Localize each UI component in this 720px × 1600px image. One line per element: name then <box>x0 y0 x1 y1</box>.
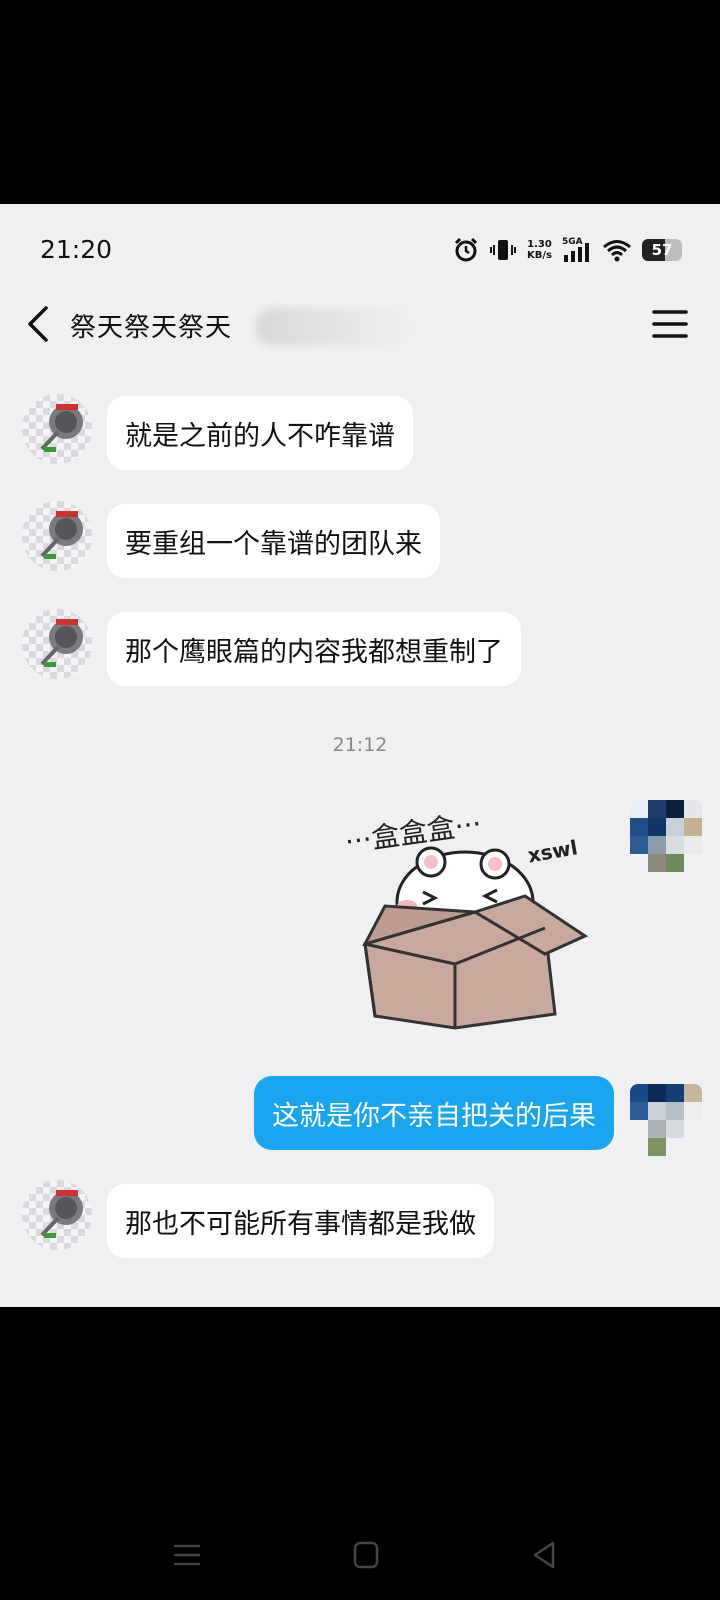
signal-indicator: 5GA <box>562 237 592 263</box>
message-bubble-left[interactable]: 要重组一个靠谱的团队来 <box>107 504 440 578</box>
signal-bars-icon <box>564 243 589 262</box>
message-bubble-left[interactable]: 就是之前的人不咋靠谱 <box>107 396 413 470</box>
home-icon[interactable] <box>346 1537 386 1573</box>
back-triangle-icon[interactable] <box>525 1537 565 1573</box>
redacted-title-suffix <box>255 308 415 346</box>
wifi-icon <box>603 240 631 262</box>
chat-screen: 21:20 1.30 KB/s 5GA 57 祭天祭天祭天 就是之前的人不咋靠谱… <box>0 204 720 1307</box>
box-icon <box>362 894 589 1030</box>
menu-button[interactable] <box>652 308 688 340</box>
status-icons: 1.30 KB/s 5GA 57 <box>453 237 682 263</box>
sticker-tag: xswl <box>526 835 580 867</box>
message-timestamp: 21:12 <box>332 734 388 756</box>
vibrate-icon <box>490 240 517 260</box>
contact-avatar[interactable] <box>22 609 92 679</box>
contact-avatar[interactable] <box>22 1180 92 1250</box>
status-time: 21:20 <box>40 235 113 264</box>
avatar-image-icon <box>40 511 83 559</box>
alarm-icon <box>454 237 478 262</box>
contact-avatar[interactable] <box>22 394 92 464</box>
sticker-message[interactable]: ···盒盒盒··· xswl <box>345 794 615 1044</box>
message-bubble-left[interactable]: 那个鹰眼篇的内容我都想重制了 <box>107 612 521 686</box>
battery-percent: 57 <box>651 241 673 259</box>
my-avatar[interactable] <box>630 800 702 872</box>
contact-avatar[interactable] <box>22 501 92 571</box>
net-speed: 1.30 KB/s <box>527 239 552 261</box>
avatar-image-icon <box>40 1190 83 1238</box>
chat-title: 祭天祭天祭天 <box>70 313 233 343</box>
avatar-image-icon <box>40 404 83 452</box>
recent-apps-icon[interactable] <box>167 1537 207 1573</box>
avatar-image-icon <box>40 619 83 667</box>
message-bubble-right[interactable]: 这就是你不亲自把关的后果 <box>254 1076 614 1150</box>
my-avatar[interactable] <box>630 1084 702 1156</box>
back-button[interactable] <box>20 302 60 346</box>
message-bubble-left[interactable]: 那也不可能所有事情都是我做 <box>107 1184 494 1258</box>
battery-indicator: 57 <box>642 239 682 261</box>
